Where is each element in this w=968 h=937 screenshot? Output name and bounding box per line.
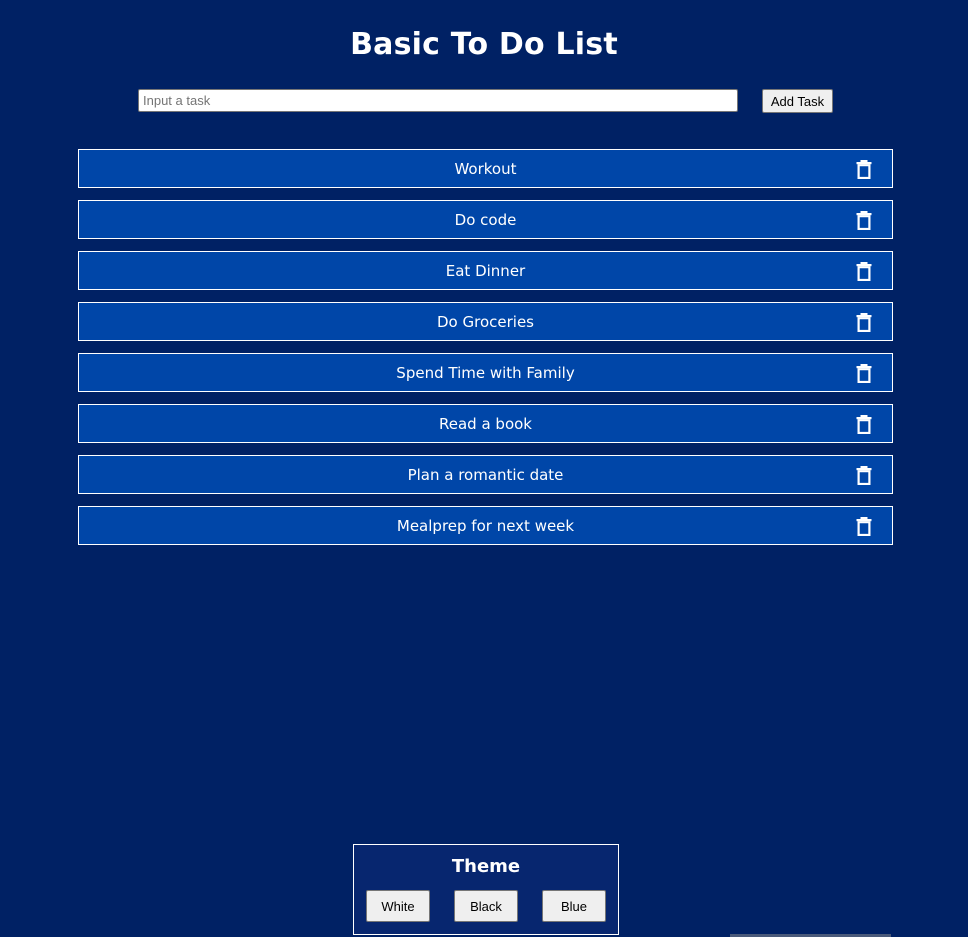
trash-icon[interactable]	[854, 515, 874, 537]
theme-panel: Theme White Black Blue	[353, 844, 619, 935]
trash-icon[interactable]	[854, 260, 874, 282]
task-item: Mealprep for next week	[78, 506, 893, 545]
task-item: Workout	[78, 149, 893, 188]
task-item: Eat Dinner	[78, 251, 893, 290]
trash-icon[interactable]	[854, 413, 874, 435]
theme-white-button[interactable]: White	[366, 890, 430, 922]
trash-icon[interactable]	[854, 209, 874, 231]
task-label: Mealprep for next week	[396, 516, 575, 535]
task-label: Plan a romantic date	[407, 465, 564, 484]
page-title: Basic To Do List	[350, 27, 618, 62]
trash-icon[interactable]	[854, 311, 874, 333]
task-label: Do Groceries	[437, 312, 534, 331]
task-item: Do Groceries	[78, 302, 893, 341]
task-label: Workout	[454, 159, 517, 178]
task-label: Read a book	[439, 414, 532, 433]
task-input[interactable]	[138, 89, 738, 112]
theme-blue-button[interactable]: Blue	[542, 890, 606, 922]
trash-icon[interactable]	[854, 362, 874, 384]
task-item: Read a book	[78, 404, 893, 443]
add-task-button[interactable]: Add Task	[762, 89, 833, 113]
task-item: Plan a romantic date	[78, 455, 893, 494]
task-label: Spend Time with Family	[396, 363, 575, 382]
task-label: Eat Dinner	[445, 261, 526, 280]
trash-icon[interactable]	[854, 158, 874, 180]
task-label: Do code	[454, 210, 517, 229]
task-item: Do code	[78, 200, 893, 239]
task-item: Spend Time with Family	[78, 353, 893, 392]
theme-black-button[interactable]: Black	[454, 890, 518, 922]
trash-icon[interactable]	[854, 464, 874, 486]
task-list: Workout Do code Eat Dinner Do Groceries …	[78, 149, 893, 557]
theme-title: Theme	[451, 856, 521, 877]
